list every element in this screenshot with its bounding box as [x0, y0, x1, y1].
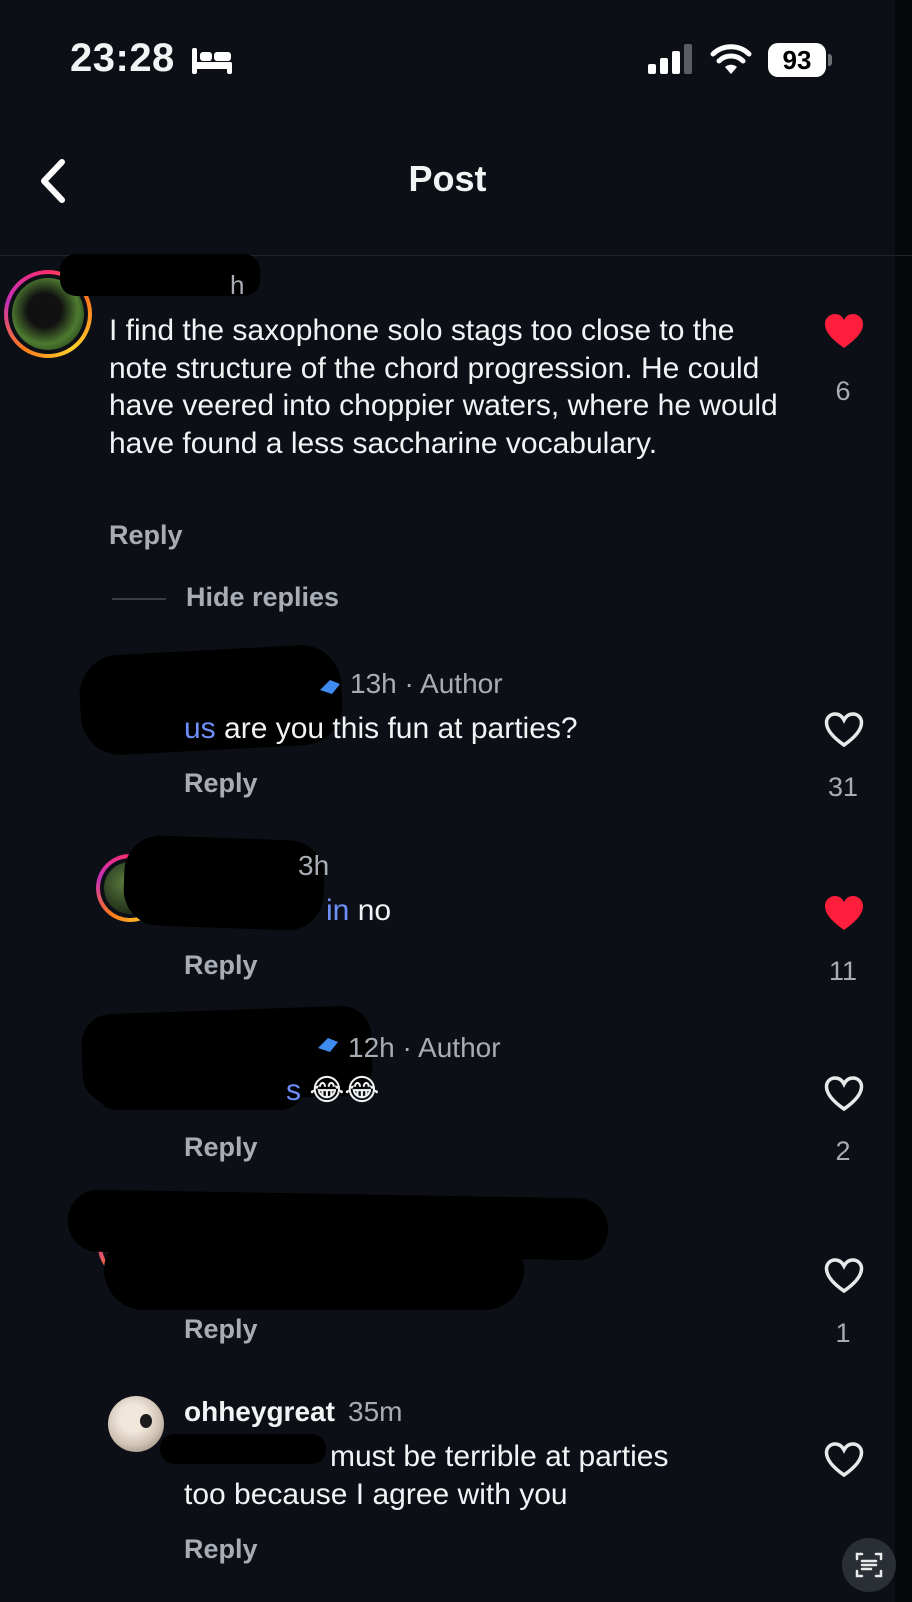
- cellular-icon: [648, 44, 692, 74]
- reply-button[interactable]: Reply: [109, 520, 183, 551]
- text-scan-icon: [855, 1552, 883, 1578]
- reply-text: too because I agree with you: [184, 1478, 568, 1511]
- text-scan-button[interactable]: [842, 1538, 896, 1592]
- page-title: Post: [408, 158, 487, 199]
- heart-icon[interactable]: [824, 712, 864, 748]
- hide-replies-button[interactable]: Hide replies: [186, 582, 339, 613]
- reply-button[interactable]: Reply: [184, 1132, 258, 1163]
- reply-time: 3h: [298, 850, 330, 881]
- reply-text: us are you this fun at parties?: [184, 712, 578, 745]
- like-count: 11: [828, 956, 858, 986]
- battery-tip: [828, 54, 832, 66]
- battery-level: 93: [782, 45, 812, 75]
- mention[interactable]: us: [184, 712, 216, 745]
- redaction: [160, 1434, 326, 1464]
- verified-icon: [320, 680, 340, 694]
- status-time: 23:28: [70, 36, 175, 80]
- username[interactable]: ohheygreat: [184, 1396, 335, 1428]
- like-count: 6: [835, 376, 851, 406]
- reply-text: in no: [326, 894, 392, 927]
- author-badge: · Author: [404, 668, 503, 699]
- redaction: [122, 834, 326, 932]
- heart-icon[interactable]: [824, 896, 864, 932]
- thread-line: [112, 598, 166, 600]
- comment-time: h: [230, 270, 245, 300]
- reply-button[interactable]: Reply: [184, 1534, 258, 1565]
- like-count: 1: [835, 1318, 851, 1348]
- reply-text: must be terrible at parties: [330, 1440, 669, 1473]
- wifi-icon: [710, 44, 752, 74]
- avatar[interactable]: [108, 1396, 164, 1452]
- mention[interactable]: in: [326, 894, 349, 927]
- reply-time: 12h · Author: [348, 1032, 501, 1063]
- reply-button[interactable]: Reply: [184, 950, 258, 981]
- like-count: 2: [835, 1136, 851, 1166]
- redaction: [94, 1060, 304, 1110]
- heart-icon[interactable]: [824, 1442, 864, 1478]
- reply-button[interactable]: Reply: [184, 1314, 258, 1345]
- reply-time: 35m: [348, 1396, 403, 1427]
- heart-icon[interactable]: [824, 1258, 864, 1294]
- verified-icon: [318, 1038, 338, 1052]
- bed-icon: [192, 48, 232, 74]
- like-count: 31: [827, 772, 859, 802]
- heart-icon[interactable]: [824, 1076, 864, 1112]
- redaction: [104, 1230, 524, 1310]
- mention[interactable]: s: [286, 1074, 301, 1107]
- comment-text: I find the saxophone solo stags too clos…: [109, 314, 778, 460]
- reply-text: s 😂😂: [286, 1074, 380, 1107]
- heart-icon[interactable]: [824, 314, 864, 350]
- reply-button[interactable]: Reply: [184, 768, 258, 799]
- battery-icon: 93: [768, 43, 826, 77]
- author-badge: · Author: [402, 1032, 501, 1063]
- right-edge: [895, 0, 912, 1602]
- reply-time: 13h · Author: [350, 668, 503, 699]
